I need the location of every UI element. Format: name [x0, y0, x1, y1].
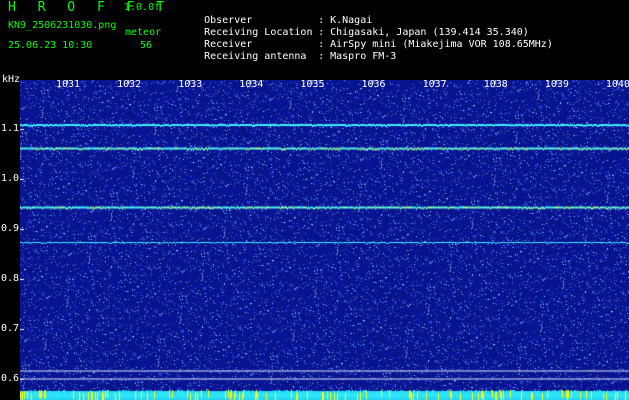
x-tick-label: 1040 — [605, 79, 629, 90]
info-value: Maspro FM-3 — [330, 51, 397, 62]
y-tick-label: 0.8 — [1, 273, 20, 284]
x-tick-label: 1037 — [422, 79, 447, 90]
info-key: Receiving antenna — [204, 51, 307, 62]
meteor-label: meteor — [125, 27, 162, 38]
x-tick-label: 1036 — [361, 79, 386, 90]
meteor-count: 56 — [140, 40, 153, 51]
x-tick-label: 1035 — [300, 79, 325, 90]
file-name: KN9_2506231030.png — [8, 20, 117, 31]
y-tick-label: 1.0 — [1, 173, 20, 184]
info-sep: : — [318, 51, 325, 62]
date-time: 25.06.23 10:30 — [8, 40, 93, 51]
x-tick-label: 1031 — [56, 79, 81, 90]
y-tick-label: 0.9 — [1, 223, 20, 234]
info-antenna: Receiving antenna: Maspro FM-3 — [180, 39, 396, 75]
y-axis-unit: kHz — [2, 74, 21, 85]
x-tick-label: 1033 — [178, 79, 203, 90]
version-label: 1.0.0f — [124, 2, 161, 13]
x-tick-label: 1034 — [239, 79, 264, 90]
y-tick-label: 0.6 — [1, 373, 20, 384]
y-tick-label: 0.7 — [1, 323, 20, 334]
x-tick-label: 1039 — [544, 79, 569, 90]
x-tick-label: 1032 — [117, 79, 142, 90]
header-panel: H R O F F T 1.0.0f KN9_2506231030.png me… — [0, 0, 629, 75]
x-tick-label: 1038 — [483, 79, 508, 90]
y-tick-label: 1.1 — [1, 123, 20, 134]
spectrogram-canvas[interactable] — [20, 80, 629, 400]
